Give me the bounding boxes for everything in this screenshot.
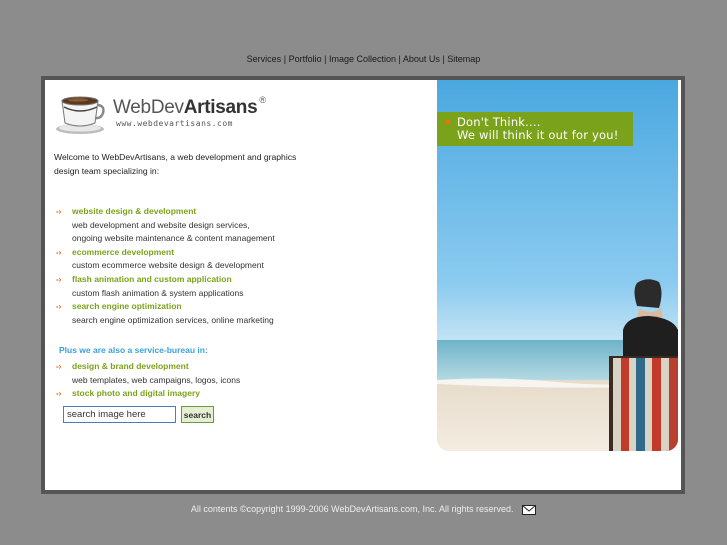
- service-title-link[interactable]: -› search engine optimization: [56, 300, 316, 314]
- service-desc: web templates, web campaigns, logos, ico…: [72, 374, 241, 385]
- services-list: -› website design & development web devel…: [56, 205, 316, 327]
- nav-separator: |: [442, 54, 445, 64]
- brand-bold: Artisans: [183, 97, 258, 118]
- arrow-icon: -›: [56, 389, 62, 399]
- nav-sitemap-link[interactable]: Sitemap: [447, 54, 480, 64]
- arrow-icon: -›: [56, 302, 62, 312]
- list-item: -› ecommerce development custom ecommerce…: [56, 246, 316, 273]
- arrow-icon: -›: [56, 207, 62, 216]
- nav-separator: |: [398, 54, 401, 64]
- copyright-text: All contents ©copyright 1999-2006 WebDev…: [190, 504, 514, 514]
- service-desc: ongoing website maintenance & content ma…: [72, 233, 275, 244]
- coffee-cup-icon: [56, 96, 105, 134]
- service-title: website design & development: [72, 206, 197, 216]
- intro-text: Welcome to WebDevArtisans, a web develop…: [54, 152, 297, 176]
- slogan-banner: Don't Think.... We will think it out for…: [437, 112, 633, 146]
- list-item: -› design & brand development web templat…: [56, 360, 316, 387]
- bullet-icon: [446, 120, 450, 124]
- service-desc: custom flash animation & system applicat…: [72, 287, 244, 298]
- service-title-link[interactable]: -› design & brand development: [56, 360, 316, 374]
- search-input[interactable]: [63, 406, 176, 423]
- service-title: stock photo and digital imagery: [72, 388, 200, 399]
- list-item: -› search engine optimization search engi…: [56, 300, 316, 327]
- arrow-icon: -›: [56, 362, 62, 371]
- brand-url: www.webdevartisans.com: [116, 119, 233, 128]
- service-title: ecommerce development: [72, 246, 175, 257]
- brand-name: WebDevArtisans ®: [113, 95, 266, 119]
- service-title: flash animation and custom application: [72, 273, 232, 284]
- slogan-line-2: We will think it out for you!: [457, 128, 619, 142]
- service-title: search engine optimization: [72, 301, 182, 312]
- arrow-icon: -›: [56, 247, 62, 257]
- service-title-link[interactable]: -› ecommerce development: [56, 246, 316, 260]
- registered-mark: ®: [259, 95, 266, 105]
- brand-light: WebDev: [113, 97, 184, 118]
- service-title: design & brand development: [72, 361, 189, 371]
- list-item: -› flash animation and custom application…: [56, 273, 316, 300]
- nav-image-collection-link[interactable]: Image Collection: [329, 54, 396, 64]
- nav-separator: |: [283, 54, 287, 64]
- arrow-icon: -›: [56, 274, 62, 284]
- service-desc: search engine optimization services, onl…: [72, 314, 274, 325]
- nav-separator: |: [324, 54, 327, 64]
- top-navigation: Services | Portfolio | Image Collection …: [0, 54, 727, 64]
- nav-services-link[interactable]: Services: [247, 54, 282, 64]
- service-title-link[interactable]: -› flash animation and custom application: [56, 273, 316, 287]
- site-logo[interactable]: WebDevArtisans ® www.webdevartisans.com: [54, 93, 266, 135]
- nav-portfolio-link[interactable]: Portfolio: [289, 54, 322, 64]
- service-desc: web development and website design servi…: [72, 219, 250, 230]
- nav-about-us-link[interactable]: About Us: [403, 54, 440, 64]
- list-item: -› website design & development web devel…: [56, 205, 316, 246]
- list-item: -› stock photo and digital imagery: [56, 387, 316, 401]
- service-desc: custom ecommerce website design & develo…: [72, 260, 264, 271]
- service-title-link[interactable]: -› stock photo and digital imagery: [56, 387, 316, 401]
- mail-icon[interactable]: [522, 504, 537, 515]
- bureau-list: -› design & brand development web templat…: [56, 360, 316, 401]
- footer: All contents ©copyright 1999-2006 WebDev…: [0, 504, 727, 515]
- search-button[interactable]: search: [181, 406, 214, 423]
- bureau-heading: Plus we are also a service-bureau in:: [59, 345, 208, 355]
- service-title-link[interactable]: -› website design & development: [56, 205, 316, 219]
